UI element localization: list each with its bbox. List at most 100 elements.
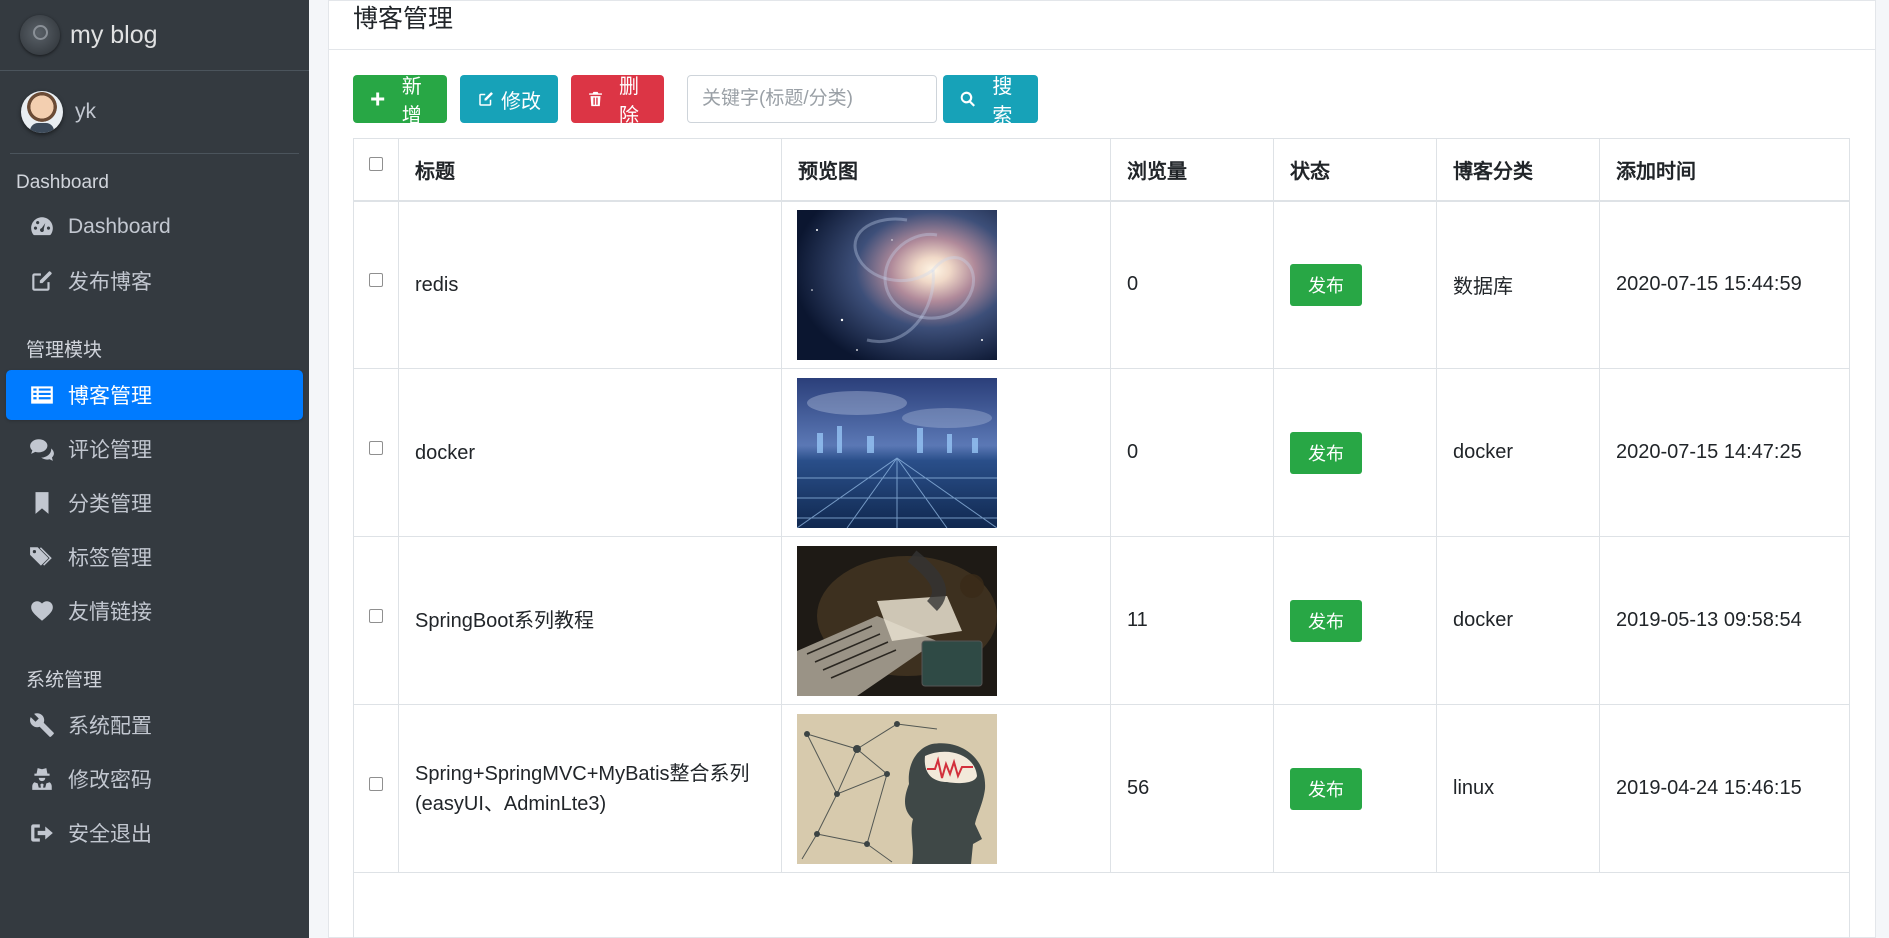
row-time: 2020-07-15 15:44:59	[1599, 200, 1850, 369]
row-checkbox[interactable]	[369, 272, 383, 287]
row-checkbox[interactable]	[369, 776, 383, 791]
table-row[interactable]: docker 0 发布 docker 2020-07-15 14:47:25	[353, 368, 1850, 537]
column-header-views[interactable]: 浏览量	[1110, 138, 1274, 202]
sidebar-item-system-config[interactable]: 系统配置	[6, 700, 303, 750]
row-views: 56	[1110, 704, 1274, 873]
heart-icon	[28, 597, 56, 625]
status-badge: 发布	[1290, 263, 1362, 306]
row-status-cell: 发布	[1273, 200, 1437, 369]
sidebar-item-publish-blog[interactable]: 发布博客	[6, 256, 303, 306]
edit-button-label: 修改	[501, 90, 541, 113]
user-secret-icon	[28, 765, 56, 793]
table-empty-cell	[353, 872, 1850, 938]
sidebar-item-blog-management[interactable]: 博客管理	[6, 370, 303, 420]
sidebar-item-label: 修改密码	[68, 769, 152, 792]
sidebar-item-friend-links[interactable]: 友情链接	[6, 586, 303, 636]
row-title: redis	[398, 200, 782, 369]
table-row[interactable]: Spring+SpringMVC+MyBatis整合系列(easyUI、Admi…	[353, 704, 1850, 873]
select-all-cell	[353, 138, 399, 202]
sidebar-item-label: 标签管理	[68, 547, 152, 570]
brand-logo-icon	[20, 15, 60, 55]
column-header-title[interactable]: 标题	[398, 138, 782, 202]
sign-out-icon	[28, 819, 56, 847]
user-name: yk	[75, 100, 96, 123]
row-select-cell	[353, 704, 399, 873]
search-icon	[960, 91, 975, 107]
blog-management-card: 博客管理 新增 修改 删除 搜索	[328, 0, 1876, 938]
row-views: 0	[1110, 200, 1274, 369]
row-category: docker	[1436, 368, 1600, 537]
row-views: 11	[1110, 536, 1274, 705]
galaxy-image	[797, 209, 997, 360]
trash-icon	[589, 91, 602, 107]
add-button[interactable]: 新增	[353, 75, 447, 127]
row-time: 2019-04-24 15:46:15	[1599, 704, 1850, 873]
sidebar-item-label: 博客管理	[68, 385, 152, 408]
sidebar-item-label: 系统配置	[68, 715, 152, 738]
brain-network-image	[797, 713, 997, 864]
status-badge: 发布	[1290, 431, 1362, 474]
search-input[interactable]	[687, 75, 937, 123]
brand-link[interactable]: my blog	[0, 0, 309, 71]
sidebar: my blog yk Dashboard Dashboard 发布博客 管理模块…	[0, 0, 309, 938]
add-button-label: 新增	[401, 76, 422, 127]
row-status-cell: 发布	[1273, 368, 1437, 537]
table-row[interactable]: SpringBoot系列教程 11 发布 docker 2019-05-13 0…	[353, 536, 1850, 705]
sidebar-item-label: 发布博客	[68, 271, 152, 294]
row-views: 0	[1110, 368, 1274, 537]
sidebar-item-label: 友情链接	[68, 601, 152, 624]
delete-button[interactable]: 删除	[571, 75, 664, 127]
tachometer-icon	[28, 213, 56, 241]
sidebar-item-label: 评论管理	[68, 439, 152, 462]
row-category: linux	[1436, 704, 1600, 873]
column-header-category[interactable]: 博客分类	[1436, 138, 1600, 202]
tags-icon	[28, 543, 56, 571]
row-preview-cell	[781, 536, 1111, 705]
user-panel[interactable]: yk	[10, 71, 299, 154]
sidebar-item-category-management[interactable]: 分类管理	[6, 478, 303, 528]
nav-header-dashboard: Dashboard	[16, 172, 109, 193]
toolbar: 新增 修改 删除 搜索	[353, 75, 1051, 127]
column-header-status[interactable]: 状态	[1273, 138, 1437, 202]
status-badge: 发布	[1290, 599, 1362, 642]
row-title: Spring+SpringMVC+MyBatis整合系列(easyUI、Admi…	[398, 704, 782, 873]
row-status-cell: 发布	[1273, 704, 1437, 873]
row-select-cell	[353, 368, 399, 537]
bookmark-icon	[28, 489, 56, 517]
sidebar-item-label: 安全退出	[68, 823, 152, 846]
comments-icon	[28, 435, 56, 463]
sidebar-item-label: 分类管理	[68, 493, 152, 516]
blog-table-container: 标题 预览图 浏览量 状态 博客分类 添加时间 redis 0 发布 数据库 2…	[353, 138, 1850, 938]
sidebar-item-tag-management[interactable]: 标签管理	[6, 532, 303, 582]
sidebar-item-dashboard[interactable]: Dashboard	[6, 202, 303, 252]
row-checkbox[interactable]	[369, 440, 383, 455]
edit-button[interactable]: 修改	[460, 75, 558, 123]
blog-table: 标题 预览图 浏览量 状态 博客分类 添加时间 redis 0 发布 数据库 2…	[353, 138, 1850, 938]
nav-header-management: 管理模块	[26, 340, 103, 361]
row-category: docker	[1436, 536, 1600, 705]
card-header: 博客管理	[329, 1, 1875, 50]
list-icon	[28, 381, 56, 409]
row-title: docker	[398, 368, 782, 537]
select-all-checkbox[interactable]	[369, 157, 383, 172]
row-select-cell	[353, 200, 399, 369]
sidebar-item-comment-management[interactable]: 评论管理	[6, 424, 303, 474]
search-button-label: 搜索	[992, 76, 1013, 127]
city-image	[797, 377, 997, 528]
edit-icon	[28, 267, 56, 295]
sidebar-item-label: Dashboard	[68, 215, 171, 238]
column-header-preview[interactable]: 预览图	[781, 138, 1111, 202]
row-checkbox[interactable]	[369, 608, 383, 623]
column-header-time[interactable]: 添加时间	[1599, 138, 1850, 202]
delete-button-label: 删除	[619, 76, 640, 127]
table-header-row: 标题 预览图 浏览量 状态 博客分类 添加时间	[353, 138, 1850, 202]
row-select-cell	[353, 536, 399, 705]
sidebar-item-logout[interactable]: 安全退出	[6, 808, 303, 858]
row-title: SpringBoot系列教程	[398, 536, 782, 705]
status-badge: 发布	[1290, 767, 1362, 810]
search-button[interactable]: 搜索	[943, 75, 1038, 127]
laptop-image	[797, 545, 997, 696]
table-row[interactable]: redis 0 发布 数据库 2020-07-15 15:44:59	[353, 200, 1850, 369]
sidebar-item-change-password[interactable]: 修改密码	[6, 754, 303, 804]
row-preview-cell	[781, 200, 1111, 369]
